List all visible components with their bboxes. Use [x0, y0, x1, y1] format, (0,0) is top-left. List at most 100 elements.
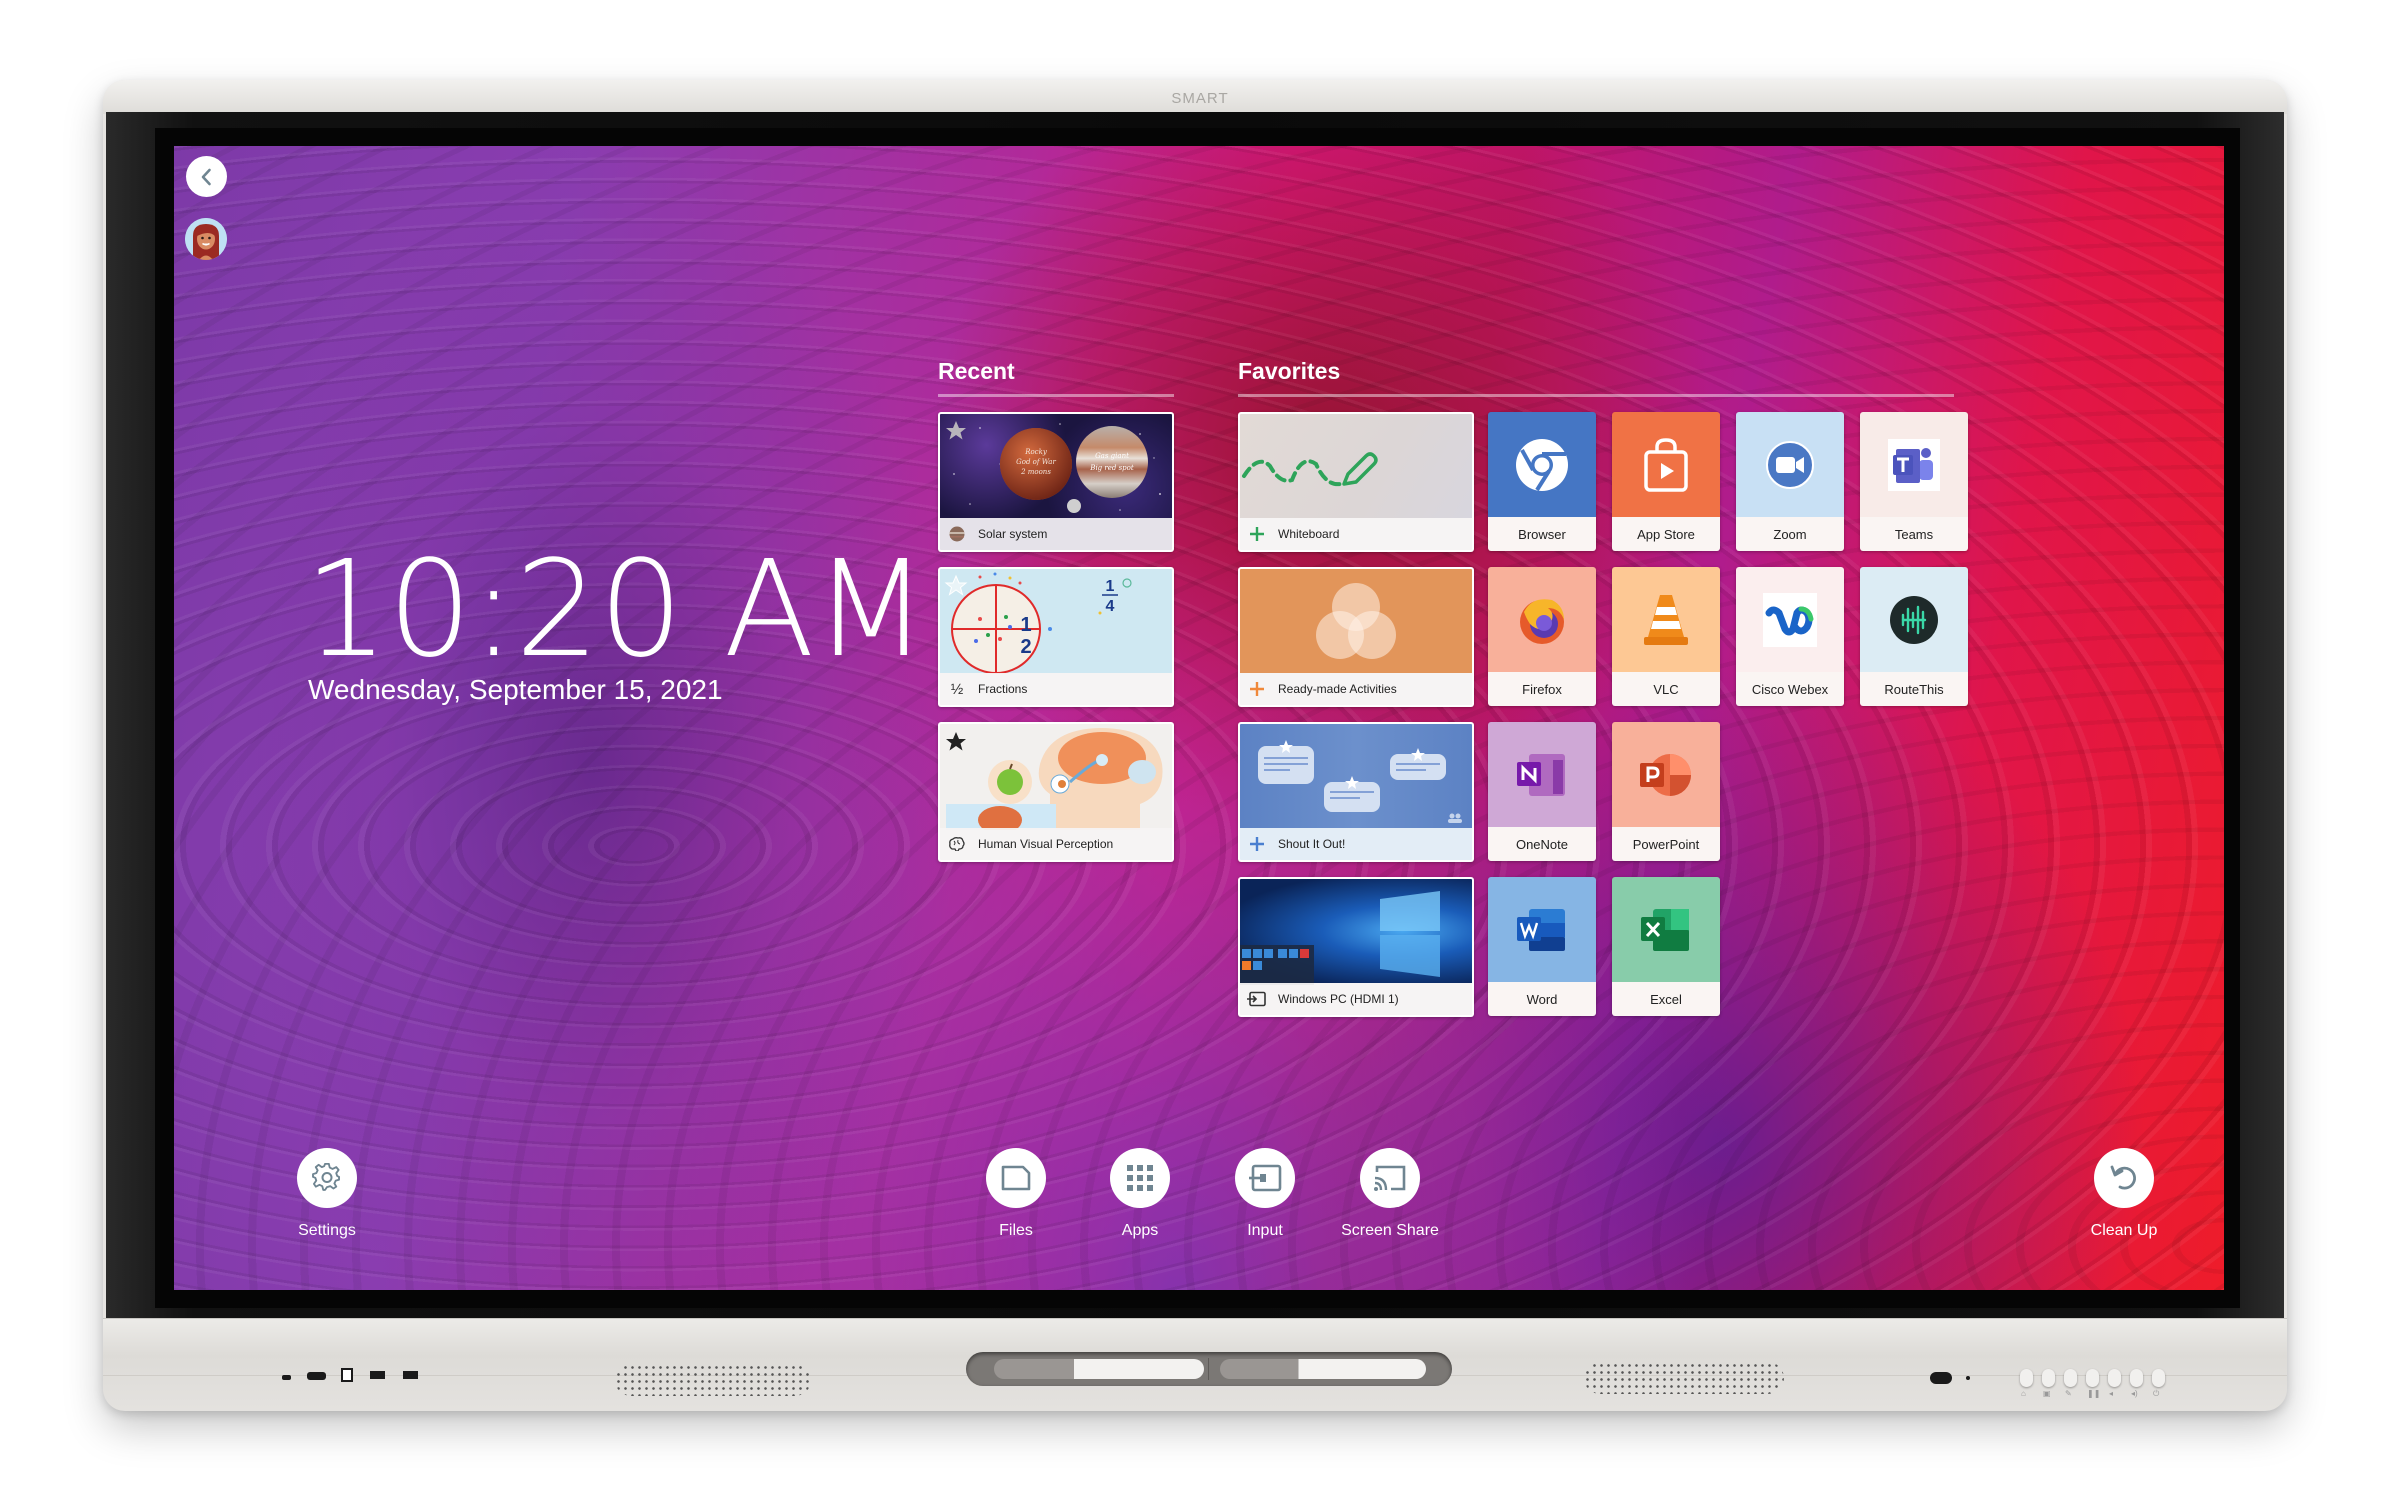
dock-label: Screen Share	[1341, 1222, 1439, 1239]
app-firefox[interactable]: Firefox	[1488, 567, 1596, 706]
volume-up-hardware-button[interactable]	[2130, 1369, 2143, 1387]
pen-hardware-button[interactable]	[2064, 1369, 2077, 1387]
tile-icon-area	[1612, 877, 1720, 982]
pen-tray	[966, 1352, 1452, 1386]
firefox-icon	[1520, 598, 1564, 644]
tile-label: Cisco Webex	[1736, 672, 1844, 706]
card-footer: Ready-made Activities	[1240, 673, 1472, 705]
solar-system-thumbnail: Rocky God of War 2 moons Gas giant Big r…	[940, 414, 1172, 518]
app-cisco-webex[interactable]: Cisco Webex	[1736, 567, 1844, 706]
tile-label: VLC	[1612, 672, 1720, 706]
thumb-text: God of War	[1016, 458, 1056, 466]
clean-up-button[interactable]	[2094, 1148, 2154, 1208]
freeze-hardware-button[interactable]	[2086, 1369, 2099, 1387]
tile-label: Word	[1488, 982, 1596, 1016]
hdmi-port	[307, 1372, 326, 1380]
zoom-camera-icon	[1766, 440, 1814, 489]
routethis-icon	[1890, 595, 1938, 644]
dock-label: Clean Up	[2090, 1222, 2158, 1239]
pen-left[interactable]	[994, 1359, 1204, 1379]
app-zoom[interactable]: Zoom	[1736, 412, 1844, 551]
volume-down-hardware-button[interactable]	[2108, 1369, 2121, 1387]
wallpaper-stripes-right	[174, 146, 2224, 1290]
apps-button[interactable]	[1110, 1148, 1170, 1208]
volume-up-icon: ◂)	[2131, 1389, 2138, 1398]
vlc-cone-icon	[1644, 594, 1688, 645]
recent-item-fractions[interactable]: 1 2 1 4 ½ Fractions	[938, 567, 1174, 707]
onenote-icon	[1517, 753, 1565, 796]
card-footer: Whiteboard	[1240, 518, 1472, 550]
favorite-whiteboard[interactable]: Whiteboard	[1238, 412, 1474, 552]
app-word[interactable]: Word	[1488, 877, 1596, 1016]
app-app-store[interactable]: App Store	[1612, 412, 1720, 551]
gear-icon	[312, 1163, 340, 1191]
thumb-text: 4	[1106, 598, 1115, 615]
powerpoint-icon	[1640, 753, 1691, 796]
card-label: Solar system	[978, 527, 1048, 541]
tile-icon-area	[1736, 567, 1844, 672]
app-powerpoint[interactable]: PowerPoint	[1612, 722, 1720, 861]
thumb-text: Rocky	[1024, 448, 1048, 456]
favorite-ready-made-activities[interactable]: Ready-made Activities	[1238, 567, 1474, 707]
dock-settings[interactable]: Settings	[257, 1148, 397, 1240]
dock-input[interactable]: Input	[1195, 1148, 1335, 1240]
grid-icon	[1127, 1165, 1153, 1191]
app-teams[interactable]: Teams	[1860, 412, 1968, 551]
power-hardware-button[interactable]	[2152, 1369, 2165, 1387]
home-hardware-button[interactable]	[2020, 1369, 2033, 1387]
input-hardware-button[interactable]	[2042, 1369, 2055, 1387]
card-footer: Shout It Out!	[1240, 828, 1472, 860]
app-vlc[interactable]: VLC	[1612, 567, 1720, 706]
dock-label: Apps	[1121, 1222, 1159, 1239]
dock-screen-share[interactable]: Screen Share	[1320, 1148, 1460, 1240]
recent-item-human-visual-perception[interactable]: Human Visual Perception	[938, 722, 1174, 862]
dock-files[interactable]: Files	[946, 1148, 1086, 1240]
app-onenote[interactable]: OneNote	[1488, 722, 1596, 861]
card-footer: Windows PC (HDMI 1)	[1240, 983, 1472, 1015]
speech-cards-icon	[1258, 740, 1462, 823]
card-label: Human Visual Perception	[978, 837, 1114, 851]
tile-label: Firefox	[1488, 672, 1596, 706]
app-browser[interactable]: Browser	[1488, 412, 1596, 551]
input-button[interactable]	[1235, 1148, 1295, 1208]
tile-icon-area	[1612, 567, 1720, 672]
tile-label: Browser	[1488, 517, 1596, 551]
chevron-left-icon	[201, 168, 211, 185]
teams-icon	[1888, 438, 1940, 491]
card-label: Ready-made Activities	[1278, 682, 1397, 696]
venn-circles-icon	[1316, 583, 1396, 659]
card-label: Windows PC (HDMI 1)	[1278, 992, 1399, 1006]
pen-icon: ✎	[2065, 1389, 2072, 1398]
back-button[interactable]	[186, 156, 227, 197]
tile-icon-area	[1488, 722, 1596, 827]
star-icon	[944, 574, 968, 596]
settings-button[interactable]	[297, 1148, 357, 1208]
favorites-divider	[1238, 394, 1954, 397]
thumb-text: 2 moons	[1020, 468, 1051, 476]
chrome-icon	[1516, 438, 1568, 491]
tile-label: PowerPoint	[1612, 827, 1720, 861]
speaker-grille-right	[1584, 1362, 1784, 1394]
tile-icon-area	[1488, 567, 1596, 672]
planets-illustration: Rocky God of War 2 moons Gas giant Big r…	[946, 421, 1161, 513]
tile-label: OneNote	[1488, 827, 1596, 861]
speaker-grille-left	[615, 1364, 811, 1396]
shopping-bag-icon	[1644, 437, 1688, 492]
pen-right[interactable]	[1220, 1359, 1426, 1379]
app-excel[interactable]: Excel	[1612, 877, 1720, 1016]
usb-c-port	[282, 1375, 291, 1380]
files-button[interactable]	[986, 1148, 1046, 1208]
pen-divider	[1208, 1358, 1209, 1380]
app-routethis[interactable]: RouteThis	[1860, 567, 1968, 706]
ambient-light-sensor	[1966, 1376, 1970, 1380]
user-avatar[interactable]	[185, 218, 227, 260]
dock-clean-up[interactable]: Clean Up	[2054, 1148, 2194, 1240]
favorite-windows-pc-hdmi1[interactable]: Windows PC (HDMI 1)	[1238, 877, 1474, 1017]
recent-item-solar-system[interactable]: Rocky God of War 2 moons Gas giant Big r…	[938, 412, 1174, 552]
screen-share-button[interactable]	[1360, 1148, 1420, 1208]
dock-apps[interactable]: Apps	[1070, 1148, 1210, 1240]
usb-a-port	[403, 1371, 418, 1379]
recent-title: Recent	[938, 358, 1015, 384]
star-icon	[946, 732, 966, 751]
favorite-shout-it-out[interactable]: Shout It Out!	[1238, 722, 1474, 862]
